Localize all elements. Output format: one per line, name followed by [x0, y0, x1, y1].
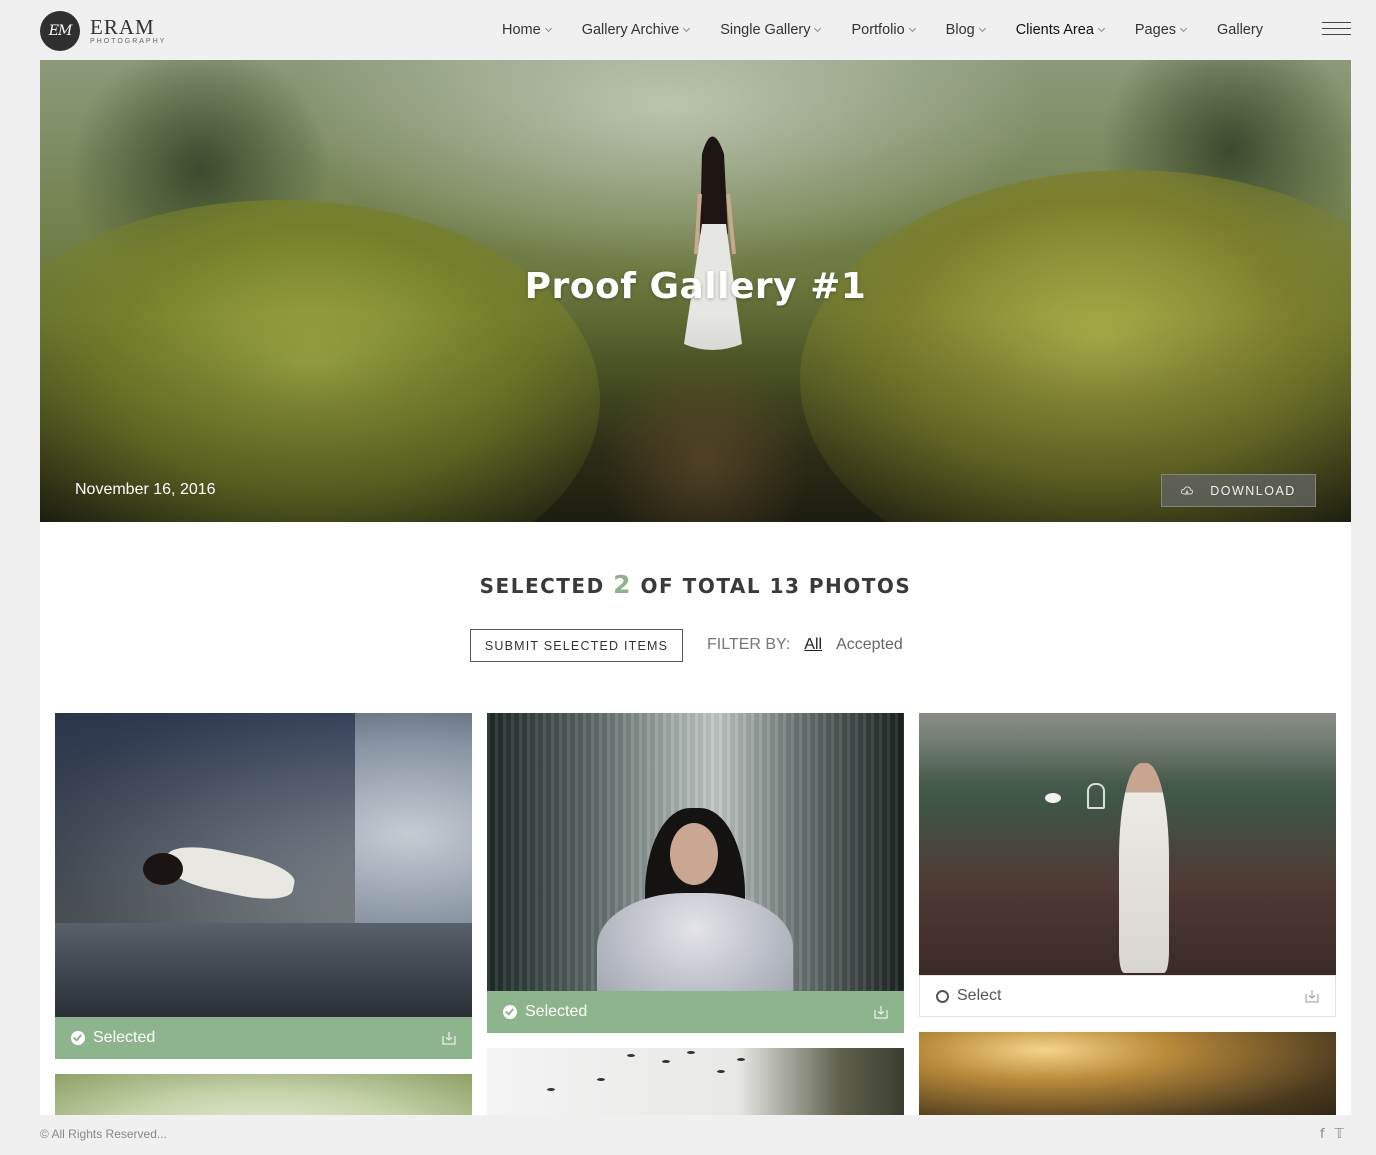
logo-name: ERAM [90, 15, 155, 39]
nav-item-label: Portfolio [851, 22, 905, 38]
main-nav: Home Gallery Archive Single Gallery Port… [502, 20, 1294, 40]
download-icon[interactable] [874, 1005, 888, 1019]
select-status-label: Selected [93, 1029, 156, 1046]
nav-item-clients-area[interactable]: Clients Area [1015, 22, 1105, 38]
site-header: EM ERAM PHOTOGRAPHY Home Gallery Archive… [0, 0, 1376, 60]
selected-count: 2 [613, 570, 633, 599]
nav-item-gallery[interactable]: Gallery [1217, 22, 1263, 38]
submit-selected-button[interactable]: SUBMIT SELECTED ITEMS [470, 629, 683, 662]
check-circle-icon [503, 1005, 517, 1019]
photo-card [919, 1032, 1336, 1115]
filter-label: FILTER BY: [707, 636, 791, 653]
select-toggle[interactable]: Selected [487, 991, 904, 1033]
photo-card: Selected [487, 713, 904, 1033]
nav-item-label: Home [502, 22, 541, 38]
logo-monogram: EM [40, 11, 80, 51]
photo-thumbnail[interactable] [919, 1032, 1336, 1115]
chevron-down-icon [1097, 24, 1105, 33]
filter-all[interactable]: All [804, 636, 822, 654]
chevron-down-icon [683, 24, 691, 33]
photo-card: Selected [55, 713, 472, 1059]
filter-bar: FILTER BY: All Accepted [707, 636, 917, 654]
nav-item-label: Single Gallery [720, 22, 811, 38]
download-icon[interactable] [442, 1031, 456, 1045]
nav-item-label: Gallery [1217, 22, 1263, 38]
nav-item-label: Clients Area [1015, 22, 1094, 38]
nav-item-home[interactable]: Home [502, 22, 552, 38]
select-status-label: Selected [525, 1003, 588, 1020]
hamburger-menu-icon[interactable] [1322, 21, 1351, 37]
chevron-down-icon [544, 24, 552, 33]
gallery-title: Proof Gallery #1 [524, 266, 867, 307]
photo-thumbnail[interactable] [55, 713, 472, 1017]
nav-item-blog[interactable]: Blog [945, 22, 986, 38]
logo-text: ERAM PHOTOGRAPHY [90, 15, 167, 46]
photo-thumbnail[interactable] [487, 1048, 904, 1115]
chevron-down-icon [1179, 24, 1188, 33]
site-footer: © All Rights Reserved... f 𝕋 [0, 1115, 1376, 1155]
check-circle-icon [71, 1031, 85, 1045]
copyright-text: © All Rights Reserved... [40, 1127, 167, 1141]
nav-item-single-gallery[interactable]: Single Gallery [720, 22, 822, 38]
chevron-down-icon [908, 24, 916, 33]
download-icon[interactable] [1305, 989, 1319, 1003]
download-label: DOWNLOAD [1210, 483, 1296, 498]
chevron-down-icon [814, 24, 822, 33]
facebook-icon[interactable]: f [1320, 1127, 1325, 1142]
nav-item-portfolio[interactable]: Portfolio [851, 22, 916, 38]
chevron-down-icon [978, 24, 986, 33]
logo-tagline: PHOTOGRAPHY [90, 38, 167, 45]
photo-card: Select [919, 713, 1336, 1017]
nav-item-label: Gallery Archive [581, 22, 680, 38]
select-toggle[interactable]: Select [919, 975, 1336, 1017]
gallery-hero: Proof Gallery #1 November 16, 2016 DOWNL… [40, 60, 1351, 522]
photo-thumbnail[interactable] [55, 1074, 472, 1115]
select-toggle[interactable]: Selected [55, 1017, 472, 1059]
nav-item-gallery-archive[interactable]: Gallery Archive [581, 22, 691, 38]
proof-gallery-content: SELECTED 2 OF TOTAL 13 PHOTOS SUBMIT SEL… [40, 522, 1351, 1115]
gallery-date: November 16, 2016 [75, 481, 216, 498]
nav-item-label: Blog [945, 22, 975, 38]
nav-item-pages[interactable]: Pages [1134, 22, 1188, 38]
photo-thumbnail[interactable] [487, 713, 904, 1013]
summary-suffix: OF TOTAL 13 PHOTOS [640, 574, 912, 598]
summary-prefix: SELECTED [479, 574, 605, 598]
download-button[interactable]: DOWNLOAD [1161, 474, 1316, 507]
select-status-label: Select [957, 987, 1002, 1004]
social-links: f 𝕋 [1310, 1127, 1344, 1142]
selection-summary: SELECTED 2 OF TOTAL 13 PHOTOS [40, 570, 1351, 599]
cloud-download-icon [1181, 486, 1194, 495]
circle-outline-icon [936, 989, 949, 1003]
photo-card [55, 1074, 472, 1115]
twitter-icon[interactable]: 𝕋 [1335, 1127, 1344, 1142]
site-logo[interactable]: EM ERAM PHOTOGRAPHY [40, 11, 166, 51]
photo-thumbnail[interactable] [919, 713, 1336, 975]
nav-item-label: Pages [1134, 22, 1177, 38]
photo-card [487, 1048, 904, 1115]
filter-accepted[interactable]: Accepted [836, 636, 903, 654]
